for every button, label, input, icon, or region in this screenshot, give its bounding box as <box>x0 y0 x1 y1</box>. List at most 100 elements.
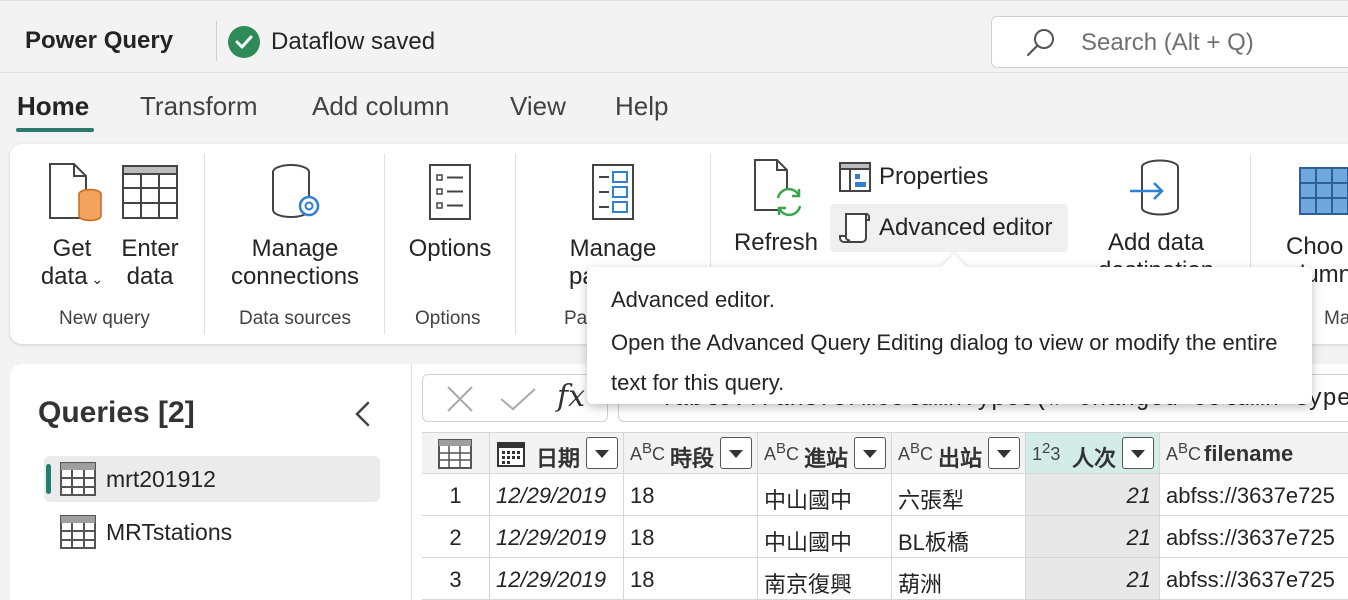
checklist-icon <box>429 164 471 220</box>
database-gear-icon <box>272 164 320 218</box>
selected-indicator <box>46 464 51 494</box>
active-tab-indicator <box>16 128 94 132</box>
fx-icon: fx <box>557 379 586 414</box>
tab-add-column[interactable]: Add column <box>312 91 449 122</box>
enter-data-label-2: data <box>126 263 174 290</box>
get-data-icon <box>49 163 102 222</box>
calendar-icon <box>496 440 526 473</box>
table-cell[interactable]: abfss://3637e725 <box>1160 558 1348 600</box>
table-cell[interactable]: 12/29/2019 <box>490 558 624 600</box>
check-circle-icon <box>228 26 260 58</box>
table-cell[interactable]: abfss://3637e725 <box>1160 474 1348 516</box>
column-header-filename[interactable]: ABC filename <box>1160 432 1348 474</box>
table-cell[interactable]: 中山國中 <box>758 474 892 516</box>
title-separator <box>216 21 217 61</box>
check-icon[interactable] <box>499 387 537 416</box>
chevron-down-icon[interactable] <box>586 437 618 469</box>
refresh-icon <box>754 159 802 217</box>
group-separator <box>515 154 516 334</box>
column-label: 日期 <box>536 446 581 471</box>
table-icon <box>60 462 96 501</box>
tab-home[interactable]: Home <box>17 91 89 122</box>
table-cell[interactable]: 葫洲 <box>892 558 1026 600</box>
refresh-button[interactable]: Refresh <box>726 158 826 257</box>
table-cell[interactable]: BL板橋 <box>892 516 1026 558</box>
tab-view[interactable]: View <box>510 91 566 122</box>
column-label: filename <box>1204 441 1294 466</box>
properties-label: Properties <box>879 163 989 190</box>
tooltip-body: Open the Advanced Query Editing dialog t… <box>611 330 1278 395</box>
row-number[interactable]: 2 <box>422 516 490 558</box>
column-header-timeslot[interactable]: ABC 時段 <box>624 432 758 474</box>
query-item-mrt201912[interactable]: mrt201912 <box>44 456 380 502</box>
column-header-date[interactable]: 日期 <box>490 432 624 474</box>
table-icon <box>438 439 472 469</box>
text-type-icon: ABC <box>630 440 666 464</box>
group-label-data-sources: Data sources <box>239 308 351 329</box>
table-cell[interactable]: abfss://3637e725 <box>1160 516 1348 558</box>
table-cell[interactable]: 18 <box>624 516 758 558</box>
group-label-options: Options <box>415 308 481 329</box>
column-label: 時段 <box>670 446 715 471</box>
options-button[interactable]: Options <box>402 162 498 263</box>
row-number[interactable]: 1 <box>422 474 490 516</box>
options-label: Options <box>408 235 492 262</box>
column-label: 人次 <box>1072 446 1117 471</box>
column-label: 進站 <box>804 446 849 471</box>
column-header-entry-station[interactable]: ABC 進站 <box>758 432 892 474</box>
table-cell[interactable]: 南京復興 <box>758 558 892 600</box>
table-cell[interactable]: 21 <box>1026 516 1160 558</box>
column-header-exit-station[interactable]: ABC 出站 <box>892 432 1026 474</box>
number-type-icon: 123 <box>1032 440 1061 464</box>
app-title: Power Query <box>25 27 174 54</box>
table-cell[interactable]: 12/29/2019 <box>490 474 624 516</box>
table-cell[interactable]: 六張犁 <box>892 474 1026 516</box>
advanced-editor-label: Advanced editor <box>879 214 1053 241</box>
enter-data-button[interactable]: Enter data <box>114 162 186 291</box>
enter-data-label: Enter <box>121 235 179 262</box>
queries-pane: Queries [2] mrt201912 MRTstations <box>10 364 412 600</box>
table-cell[interactable]: 18 <box>624 558 758 600</box>
manage-connections-button[interactable]: Manage connections <box>222 162 368 291</box>
save-status: Dataflow saved <box>271 28 436 55</box>
close-icon[interactable] <box>445 385 475 418</box>
formula-controls: fx <box>422 374 608 422</box>
add-data-destination-label: Add data <box>1107 229 1205 256</box>
scroll-document-icon <box>839 213 870 243</box>
get-data-label: Get <box>52 235 92 262</box>
query-item-mrtstations[interactable]: MRTstations <box>44 509 380 555</box>
chevron-left-icon[interactable] <box>352 400 374 433</box>
chevron-down-icon[interactable] <box>1122 437 1154 469</box>
table-cell[interactable]: 12/29/2019 <box>490 516 624 558</box>
group-label-new-query: New query <box>59 308 150 329</box>
text-type-icon: ABC <box>1166 440 1202 464</box>
query-label: mrt201912 <box>106 466 216 492</box>
chevron-down-icon[interactable] <box>988 437 1020 469</box>
table-cell[interactable]: 21 <box>1026 558 1160 600</box>
properties-icon <box>839 162 871 192</box>
row-number[interactable]: 3 <box>422 558 490 600</box>
select-all-corner[interactable] <box>422 432 490 474</box>
search-input[interactable]: Search (Alt + Q) <box>991 16 1348 68</box>
table-cell[interactable]: 18 <box>624 474 758 516</box>
get-data-button[interactable]: Get data ⌄ <box>36 162 108 293</box>
advanced-editor-button[interactable]: Advanced editor <box>830 204 1068 252</box>
column-header-count[interactable]: 123 人次 <box>1026 432 1160 474</box>
group-label-parameters: Pa <box>564 308 588 329</box>
tab-help[interactable]: Help <box>615 91 668 122</box>
ribbon-tabs: Home Transform Add column View Help <box>0 72 1348 138</box>
manage-parameters-label: Manage <box>569 235 657 262</box>
table-grid-icon <box>122 165 178 219</box>
chevron-down-icon[interactable] <box>720 437 752 469</box>
group-separator <box>384 154 385 334</box>
chevron-down-icon[interactable] <box>854 437 886 469</box>
table-cell[interactable]: 21 <box>1026 474 1160 516</box>
add-data-destination-button[interactable]: Add data destination <box>1086 158 1226 285</box>
text-type-icon: ABC <box>898 440 934 464</box>
table-cell[interactable]: 中山國中 <box>758 516 892 558</box>
title-bar: Power Query Dataflow saved Search (Alt +… <box>0 0 1348 72</box>
chevron-down-icon: ⌄ <box>87 271 104 287</box>
properties-button[interactable]: Properties <box>836 158 1012 196</box>
group-label-manage: Ma <box>1324 308 1348 329</box>
tab-transform[interactable]: Transform <box>140 91 258 122</box>
